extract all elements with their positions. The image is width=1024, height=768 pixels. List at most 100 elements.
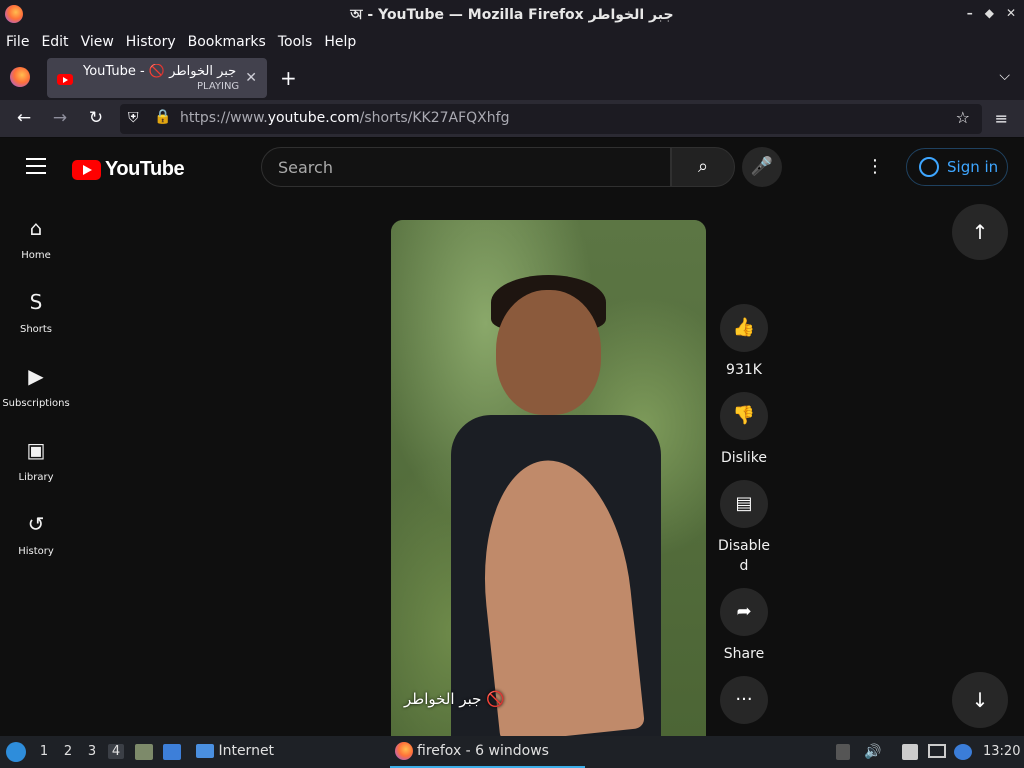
firefox-icon xyxy=(395,742,413,760)
start-menu-icon[interactable] xyxy=(6,742,26,762)
restore-button[interactable]: ◆ xyxy=(985,6,994,20)
like-count: 931K xyxy=(726,362,762,378)
list-tabs-icon[interactable]: ⌵ xyxy=(999,68,1010,84)
tab-bar: YouTube - 🚫 جبر الخواطر PLAYING ✕ + ⌵ xyxy=(0,54,1024,100)
sidebar-item-subscriptions[interactable]: ▶ Subscriptions xyxy=(0,358,72,432)
folder-icon xyxy=(196,744,214,758)
library-icon: ▣ xyxy=(26,438,46,462)
new-tab-button[interactable]: + xyxy=(280,66,297,90)
youtube-play-icon xyxy=(72,159,101,180)
lock-icon[interactable]: 🔒 xyxy=(154,109,171,125)
tab-title: YouTube - 🚫 جبر الخواطر xyxy=(83,64,237,79)
workspace-3[interactable]: 3 xyxy=(84,744,100,759)
menu-history[interactable]: History xyxy=(126,34,176,50)
previous-video-button[interactable]: ↑ xyxy=(952,204,1008,260)
navigation-bar: ← → ↻ ⛨ 🔒 https://www.youtube.com/shorts… xyxy=(0,100,1024,138)
menu-edit[interactable]: Edit xyxy=(41,34,68,50)
reload-button[interactable]: ↻ xyxy=(85,108,107,128)
share-button[interactable]: ➦ Share xyxy=(720,588,768,664)
voice-search-button[interactable]: 🎤 xyxy=(742,147,782,187)
sidebar-item-home[interactable]: ⌂ Home xyxy=(0,210,72,284)
firefox-icon xyxy=(5,5,23,23)
share-label: Share xyxy=(723,646,765,662)
url-bar[interactable]: ⛨ 🔒 https://www.youtube.com/shorts/KK27A… xyxy=(120,104,982,134)
forward-button[interactable]: → xyxy=(49,108,71,128)
sidebar-item-label: History xyxy=(18,546,54,557)
show-desktop-icon[interactable] xyxy=(163,744,181,760)
sign-in-label: Sign in xyxy=(947,158,999,176)
search-input[interactable]: Search xyxy=(261,147,671,187)
desktop-taskbar: 1 2 3 4 Internet firefox - 6 windows 🔊 1… xyxy=(0,736,1024,768)
mini-guide-sidebar: ⌂ Home S Shorts ▶ Subscriptions ▣ Librar… xyxy=(0,210,72,580)
history-icon: ↺ xyxy=(27,512,45,536)
next-video-button[interactable]: ↓ xyxy=(952,672,1008,728)
clipboard-icon[interactable] xyxy=(902,744,918,760)
share-icon: ➦ xyxy=(720,588,768,636)
dislike-button[interactable]: 👎 Dislike xyxy=(720,392,768,468)
tab-youtube[interactable]: YouTube - 🚫 جبر الخواطر PLAYING ✕ xyxy=(47,58,267,98)
workspace-2[interactable]: 2 xyxy=(60,744,76,759)
settings-more-icon[interactable]: ⋮ xyxy=(866,156,884,177)
like-button[interactable]: 👍 931K xyxy=(720,304,768,380)
volume-icon[interactable]: 🔊 xyxy=(864,744,881,760)
comments-button[interactable]: ▤ Disabled xyxy=(716,480,772,576)
internet-label: Internet xyxy=(218,743,275,759)
arrow-down-icon: ↓ xyxy=(971,688,989,712)
video-caption[interactable]: جبر الخواطر 🚫 xyxy=(404,690,505,708)
youtube-header: YouTube Search ⌕ 🎤 ⋮ Sign in xyxy=(0,138,1024,196)
comment-icon: ▤ xyxy=(720,480,768,528)
user-icon xyxy=(919,157,939,177)
guide-menu-icon[interactable] xyxy=(26,158,46,174)
url-text[interactable]: https://www.youtube.com/shorts/KK27AFQXh… xyxy=(180,110,509,126)
menu-bar: File Edit View History Bookmarks Tools H… xyxy=(0,30,1024,54)
sidebar-item-label: Library xyxy=(18,472,54,483)
menu-bookmarks[interactable]: Bookmarks xyxy=(188,34,266,50)
window-titlebar: অ - YouTube — Mozilla Firefox جبر الخواط… xyxy=(0,0,1024,30)
mic-icon: 🎤 xyxy=(750,156,774,177)
bookmark-star-icon[interactable]: ☆ xyxy=(956,108,970,127)
thumbs-down-icon: 👎 xyxy=(720,392,768,440)
tray-updates-icon[interactable] xyxy=(836,744,850,760)
video-subject-face xyxy=(496,290,601,415)
firefox-view-icon[interactable] xyxy=(10,67,30,87)
sidebar-item-shorts[interactable]: S Shorts xyxy=(0,284,72,358)
menu-help[interactable]: Help xyxy=(324,34,356,50)
thumbs-up-icon: 👍 xyxy=(720,304,768,352)
sidebar-item-library[interactable]: ▣ Library xyxy=(0,432,72,506)
menu-view[interactable]: View xyxy=(81,34,114,50)
sign-in-button[interactable]: Sign in xyxy=(906,148,1008,186)
app-menu-icon[interactable]: ≡ xyxy=(995,109,1008,128)
minimize-button[interactable]: – xyxy=(967,6,973,20)
menu-tools[interactable]: Tools xyxy=(278,34,313,50)
subscriptions-icon: ▶ xyxy=(28,364,44,388)
file-manager-icon[interactable] xyxy=(135,744,153,760)
workspace-4[interactable]: 4 xyxy=(108,744,124,759)
network-icon[interactable] xyxy=(928,744,946,758)
youtube-logo-text: YouTube xyxy=(105,158,185,180)
workspace-1[interactable]: 1 xyxy=(36,744,52,759)
shorts-video-player[interactable] xyxy=(391,220,706,736)
menu-file[interactable]: File xyxy=(6,34,29,50)
close-button[interactable]: ✕ xyxy=(1006,6,1016,20)
clock[interactable]: 13:20 xyxy=(983,744,1020,759)
more-actions-button[interactable]: ··· xyxy=(720,676,768,724)
home-icon: ⌂ xyxy=(29,216,43,240)
dislike-label: Dislike xyxy=(721,450,767,466)
tab-close-icon[interactable]: ✕ xyxy=(245,70,257,86)
internet-folder[interactable]: Internet xyxy=(196,743,274,759)
tracking-protection-icon[interactable]: ⛨ xyxy=(128,110,139,126)
taskbar-firefox-group[interactable]: firefox - 6 windows xyxy=(390,736,585,768)
firefox-windows-label: firefox - 6 windows xyxy=(417,743,549,759)
notification-icon[interactable] xyxy=(954,744,972,760)
search-placeholder: Search xyxy=(278,158,333,177)
search-icon: ⌕ xyxy=(697,156,709,177)
search-button[interactable]: ⌕ xyxy=(671,147,735,187)
youtube-logo[interactable]: YouTube xyxy=(72,158,185,181)
sidebar-item-history[interactable]: ↺ History xyxy=(0,506,72,580)
comments-label: Disabled xyxy=(718,538,770,574)
back-button[interactable]: ← xyxy=(13,108,35,128)
window-title: অ - YouTube — Mozilla Firefox جبر الخواط… xyxy=(350,7,674,23)
sidebar-item-label: Subscriptions xyxy=(2,398,70,409)
youtube-favicon-icon xyxy=(57,74,73,85)
tab-playing-status: PLAYING xyxy=(197,81,240,92)
